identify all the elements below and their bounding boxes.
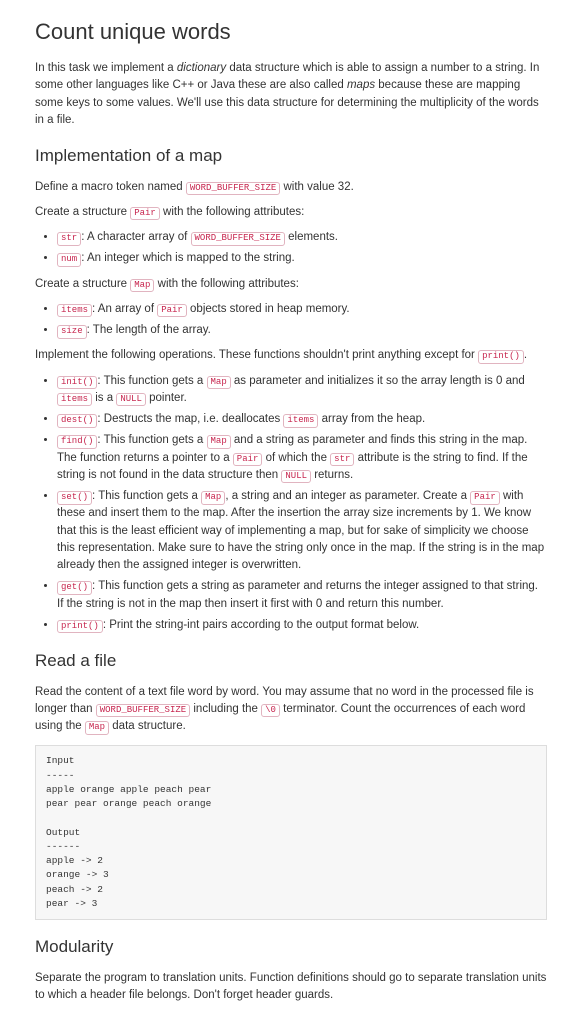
code-dest: dest(): [57, 414, 97, 428]
op1-t2: as parameter and initializes it so the a…: [231, 375, 525, 387]
map-text-2: with the following attributes:: [154, 278, 298, 290]
intro-text-1: In this task we implement a: [35, 62, 177, 74]
code-init: init(): [57, 376, 97, 390]
pair-li2-t1: : An integer which is mapped to the stri…: [81, 252, 295, 264]
list-item: size: The length of the array.: [57, 322, 547, 339]
code-null-terminator: \0: [261, 704, 280, 718]
code-get: get(): [57, 581, 92, 595]
macro-text-1: Define a macro token named: [35, 181, 186, 193]
op3-t1: : This function gets a: [97, 434, 206, 446]
list-item: find(): This function gets a Map and a s…: [57, 432, 547, 484]
pair-attributes-list: str: A character array of WORD_BUFFER_SI…: [35, 229, 547, 268]
list-item: get(): This function gets a string as pa…: [57, 578, 547, 613]
map-li1-t1: : An array of: [92, 303, 157, 315]
op1-t3: is a: [92, 392, 116, 404]
heading-modularity: Modularity: [35, 934, 547, 960]
code-map: Map: [130, 279, 154, 293]
heading-read-file: Read a file: [35, 648, 547, 674]
list-item: num: An integer which is mapped to the s…: [57, 250, 547, 267]
code-map: Map: [207, 435, 231, 449]
list-item: set(): This function gets a Map, a strin…: [57, 488, 547, 574]
code-items: items: [283, 414, 318, 428]
read-t4: data structure.: [109, 720, 186, 732]
code-map: Map: [85, 721, 109, 735]
op3-t3: of which the: [262, 452, 330, 464]
intro-em-dictionary: dictionary: [177, 62, 226, 74]
map-paragraph: Create a structure Map with the followin…: [35, 276, 547, 293]
map-text-1: Create a structure: [35, 278, 130, 290]
code-set: set(): [57, 491, 92, 505]
code-map: Map: [207, 376, 231, 390]
map-li1-t2: objects stored in heap memory.: [187, 303, 350, 315]
code-map: Map: [201, 491, 225, 505]
code-str: str: [57, 232, 81, 246]
heading-implementation: Implementation of a map: [35, 143, 547, 169]
code-pair: Pair: [470, 491, 500, 505]
op2-t1: : Destructs the map, i.e. deallocates: [97, 413, 283, 425]
intro-paragraph: In this task we implement a dictionary d…: [35, 60, 547, 129]
op1-t4: pointer.: [146, 392, 187, 404]
map-li2-t1: : The length of the array.: [87, 324, 211, 336]
code-pair: Pair: [130, 207, 160, 221]
read-paragraph: Read the content of a text file word by …: [35, 684, 547, 736]
op3-t5: returns.: [311, 469, 353, 481]
code-null: NULL: [116, 393, 146, 407]
op6-t1: : Print the string-int pairs according t…: [103, 619, 419, 631]
code-find: find(): [57, 435, 97, 449]
read-t2: including the: [190, 703, 261, 715]
pair-text-2: with the following attributes:: [160, 206, 304, 218]
list-item: str: A character array of WORD_BUFFER_SI…: [57, 229, 547, 246]
code-items: items: [57, 393, 92, 407]
code-word-buffer-size: WORD_BUFFER_SIZE: [96, 704, 190, 718]
pair-text-1: Create a structure: [35, 206, 130, 218]
page-title: Count unique words: [35, 15, 547, 48]
code-num: num: [57, 253, 81, 267]
modularity-paragraph: Separate the program to translation unit…: [35, 970, 547, 1005]
op2-t2: array from the heap.: [318, 413, 425, 425]
code-print: print(): [478, 350, 524, 364]
pair-paragraph: Create a structure Pair with the followi…: [35, 204, 547, 221]
map-attributes-list: items: An array of Pair objects stored i…: [35, 301, 547, 340]
op5-t1: : This function gets a string as paramet…: [57, 580, 538, 609]
ops-paragraph: Implement the following operations. Thes…: [35, 347, 547, 364]
ops-text-2: .: [524, 349, 527, 361]
code-pair: Pair: [157, 304, 187, 318]
list-item: dest(): Destructs the map, i.e. dealloca…: [57, 411, 547, 428]
list-item: init(): This function gets a Map as para…: [57, 373, 547, 408]
intro-em-maps: maps: [347, 79, 375, 91]
pair-li1-t2: elements.: [285, 231, 338, 243]
code-pair: Pair: [233, 453, 263, 467]
macro-paragraph: Define a macro token named WORD_BUFFER_S…: [35, 179, 547, 196]
macro-text-2: with value 32.: [280, 181, 354, 193]
ops-text-1: Implement the following operations. Thes…: [35, 349, 478, 361]
example-block: Input ----- apple orange apple peach pea…: [35, 745, 547, 920]
pair-li1-t1: : A character array of: [81, 231, 190, 243]
list-item: print(): Print the string-int pairs acco…: [57, 617, 547, 634]
code-word-buffer-size: WORD_BUFFER_SIZE: [186, 182, 280, 196]
code-str: str: [330, 453, 354, 467]
op4-t2: , a string and an integer as parameter. …: [225, 490, 470, 502]
code-word-buffer-size: WORD_BUFFER_SIZE: [191, 232, 285, 246]
list-item: items: An array of Pair objects stored i…: [57, 301, 547, 318]
code-null: NULL: [281, 470, 311, 484]
op4-t1: : This function gets a: [92, 490, 201, 502]
operations-list: init(): This function gets a Map as para…: [35, 373, 547, 635]
op1-t1: : This function gets a: [97, 375, 206, 387]
code-print: print(): [57, 620, 103, 634]
code-items: items: [57, 304, 92, 318]
code-size: size: [57, 325, 87, 339]
